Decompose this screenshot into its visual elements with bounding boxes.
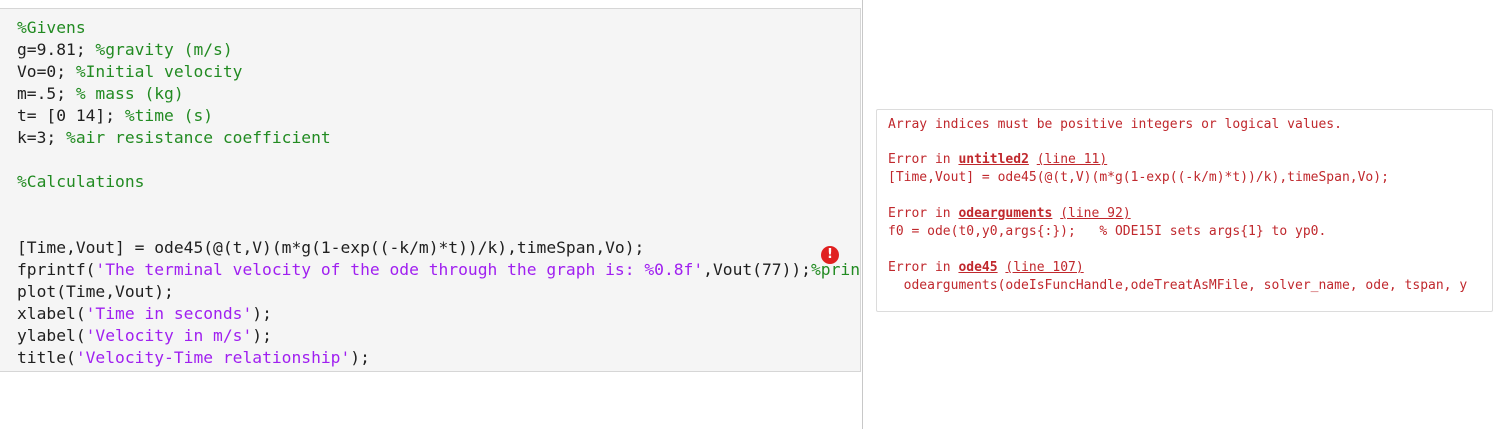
stack-frame-code: f0 = ode(t0,y0,args{:}); % ODE15I sets a… xyxy=(888,224,1327,239)
code-string: 'Velocity in m/s' xyxy=(85,326,253,345)
code-text: t= [0 14]; xyxy=(17,106,125,125)
stack-function-link[interactable]: odearguments xyxy=(958,206,1052,221)
code-line[interactable]: k=3; %air resistance coefficient xyxy=(17,127,331,149)
error-message: Array indices must be positive integers … xyxy=(888,117,1342,132)
code-editor[interactable]: %Givens g=9.81; %gravity (m/s) Vo=0; %Init… xyxy=(0,8,861,372)
stack-line-link[interactable]: (line 92) xyxy=(1060,206,1130,221)
code-text: ,Vout(77)); xyxy=(703,260,811,279)
code-line[interactable]: g=9.81; %gravity (m/s) xyxy=(17,39,233,61)
code-comment: %gravity (m/s) xyxy=(95,40,233,59)
code-comment: %time (s) xyxy=(124,106,214,125)
code-line[interactable]: xlabel('Time in seconds'); xyxy=(17,303,272,325)
code-string: 'The terminal velocity of the ode throug… xyxy=(95,260,704,279)
stack-frame-code: odearguments(odeIsFuncHandle,odeTreatAsM… xyxy=(888,278,1468,293)
code-line[interactable]: t= [0 14]; %time (s) xyxy=(17,105,213,127)
pane-divider[interactable] xyxy=(862,0,863,429)
code-text: ); xyxy=(252,304,272,323)
stack-line-link[interactable]: (line 11) xyxy=(1037,152,1107,167)
code-comment: %air resistance coefficient xyxy=(66,128,331,147)
stack-function-link[interactable]: ode45 xyxy=(958,260,997,275)
code-text: title( xyxy=(17,348,76,367)
code-comment: %Calculations xyxy=(17,172,145,191)
code-text: ); xyxy=(350,348,370,367)
code-string: 'Time in seconds' xyxy=(85,304,253,323)
code-text: g=9.81; xyxy=(17,40,96,59)
code-comment: %Initial velocity xyxy=(75,62,243,81)
error-indicator-icon[interactable]: ! xyxy=(821,246,839,264)
code-text: ylabel( xyxy=(17,326,86,345)
code-line[interactable]: [Time,Vout] = ode45(@(t,V)(m*g(1-exp((-k… xyxy=(17,237,644,259)
code-line[interactable]: m=.5; % mass (kg) xyxy=(17,83,184,105)
stack-frame-header: Error in ode45 (line 107) xyxy=(888,260,1084,275)
code-string: 'Velocity-Time relationship' xyxy=(75,348,351,367)
code-line[interactable]: plot(Time,Vout); xyxy=(17,281,174,303)
code-comment: % mass (kg) xyxy=(75,84,184,103)
stack-frame-header: Error in odearguments (line 92) xyxy=(888,206,1131,221)
code-text: ); xyxy=(252,326,272,345)
code-line[interactable]: fprintf('The terminal velocity of the od… xyxy=(17,259,860,281)
stack-function-link[interactable]: untitled2 xyxy=(958,152,1028,167)
code-text: plot(Time,Vout); xyxy=(17,282,174,301)
code-comment: %print xyxy=(810,260,860,279)
stack-frame-code: [Time,Vout] = ode45(@(t,V)(m*g(1-exp((-k… xyxy=(888,170,1389,185)
code-line[interactable]: Vo=0; %Initial velocity xyxy=(17,61,242,83)
code-text: [Time,Vout] = ode45(@(t,V)(m*g(1-exp((-k… xyxy=(17,238,645,257)
code-text: k=3; xyxy=(17,128,67,147)
stack-frame-header: Error in untitled2 (line 11) xyxy=(888,152,1108,167)
code-text: fprintf( xyxy=(17,260,96,279)
code-text: Vo=0; xyxy=(17,62,76,81)
code-line[interactable]: %Calculations xyxy=(17,171,144,193)
code-comment: %Givens xyxy=(17,18,86,37)
code-line[interactable]: title('Velocity-Time relationship'); xyxy=(17,347,370,369)
code-text: xlabel( xyxy=(17,304,86,323)
code-line[interactable]: ylabel('Velocity in m/s'); xyxy=(17,325,272,347)
error-output-panel: Array indices must be positive integers … xyxy=(876,109,1493,312)
code-text: m=.5; xyxy=(17,84,76,103)
code-line[interactable]: %Givens xyxy=(17,17,86,39)
stack-line-link[interactable]: (line 107) xyxy=(1005,260,1083,275)
